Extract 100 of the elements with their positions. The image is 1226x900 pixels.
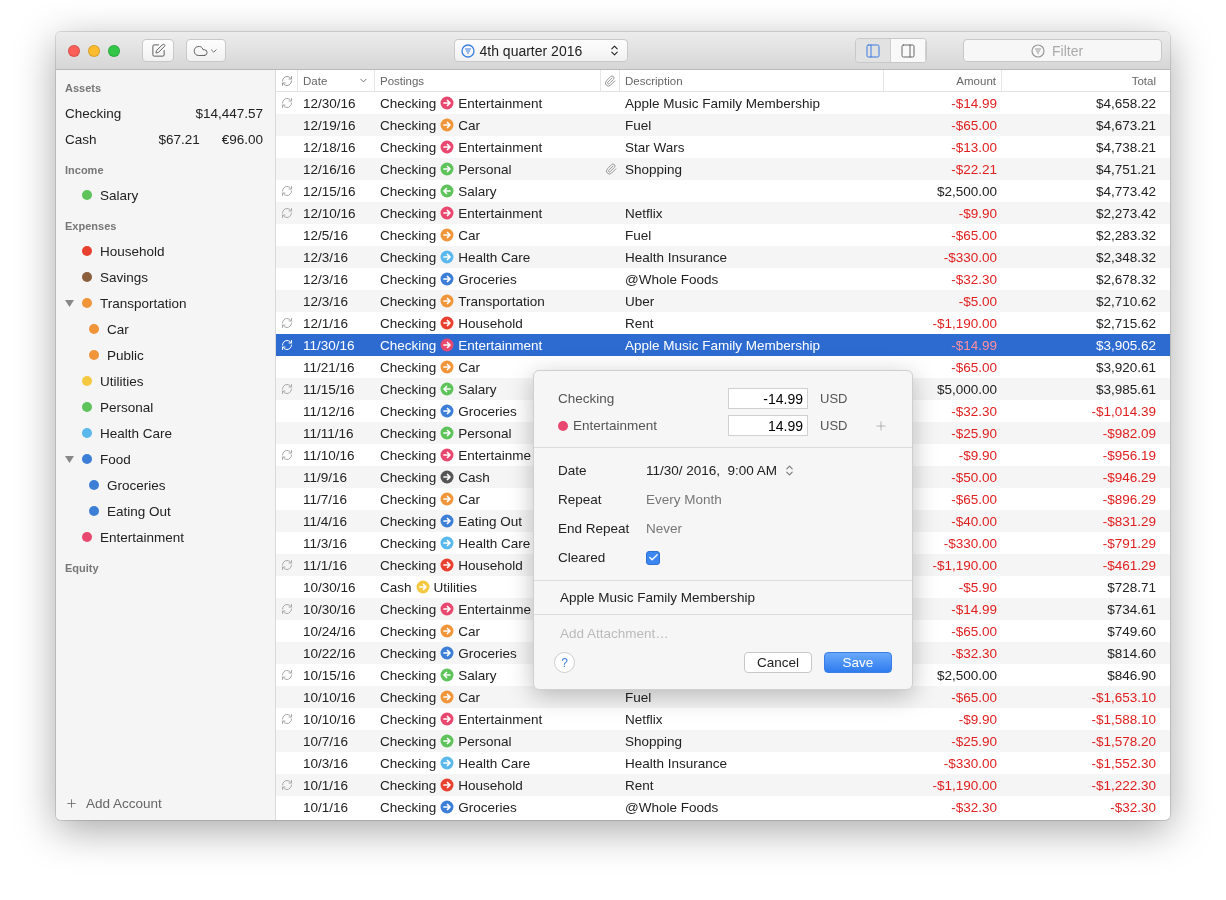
date-cell-text: 10/1/16 bbox=[302, 776, 350, 795]
total-cell-text: -$982.09 bbox=[1101, 424, 1157, 443]
date-cell-text: 12/1/16 bbox=[302, 314, 350, 333]
account-label: Checking bbox=[380, 513, 437, 529]
description-cell: Rent bbox=[625, 777, 654, 793]
total-cell-text: -$1,578.20 bbox=[1090, 732, 1157, 751]
total-cell-text: -$791.29 bbox=[1101, 534, 1157, 553]
category-label: Health Care bbox=[458, 755, 531, 771]
account-label: Checking bbox=[380, 205, 437, 221]
amount-cell-text: -$65.00 bbox=[950, 116, 998, 135]
total-cell-text: $749.60 bbox=[1106, 622, 1157, 641]
category-label: Entertainment bbox=[458, 139, 543, 155]
category-label: Entertainment bbox=[458, 337, 543, 353]
total-cell-text: $2,715.62 bbox=[1094, 314, 1157, 333]
total-cell-text: -$946.29 bbox=[1101, 468, 1157, 487]
description-cell: Fuel bbox=[625, 227, 652, 243]
date-cell-text: 11/11/16 bbox=[302, 424, 355, 443]
date-cell-text: 10/30/16 bbox=[302, 578, 357, 597]
description-cell: Fuel bbox=[625, 117, 652, 133]
amount-cell-text: -$32.30 bbox=[950, 798, 998, 817]
date-cell-text: 10/7/16 bbox=[302, 732, 350, 751]
account-label: Checking bbox=[380, 535, 437, 551]
date-cell-text: 11/10/16 bbox=[302, 446, 356, 465]
total-cell-text: -$1,653.10 bbox=[1090, 688, 1157, 707]
account-label: Cash bbox=[380, 579, 412, 595]
total-cell-text: $3,985.61 bbox=[1094, 380, 1157, 399]
amount-cell-text: -$32.30 bbox=[950, 270, 998, 289]
amount-cell-text: -$14.99 bbox=[950, 336, 998, 355]
account-label: Checking bbox=[380, 777, 437, 793]
date-cell-text: 12/19/16 bbox=[302, 116, 357, 135]
date-cell-text: 10/15/16 bbox=[302, 666, 357, 685]
category-label: Entertainment bbox=[458, 711, 543, 727]
amount-cell-text: -$330.00 bbox=[942, 754, 998, 773]
date-cell-text: 11/3/16 bbox=[302, 534, 349, 553]
account-label: Checking bbox=[380, 117, 437, 133]
section-heading: Assets bbox=[64, 81, 103, 96]
date-cell-text: 10/1/16 bbox=[302, 798, 350, 817]
account-label: Checking bbox=[380, 271, 437, 287]
amount-cell-text: -$50.00 bbox=[950, 468, 998, 487]
total-cell-text: $814.60 bbox=[1106, 644, 1157, 663]
account-label: Checking bbox=[380, 601, 437, 617]
total-cell-text: $2,273.42 bbox=[1094, 204, 1157, 223]
date-cell-text: 12/10/16 bbox=[302, 204, 357, 223]
currency-label: USD bbox=[820, 391, 849, 406]
amount-cell-text: -$65.00 bbox=[950, 358, 998, 377]
amount-cell-text: -$32.30 bbox=[950, 644, 998, 663]
split-account: Entertainment bbox=[558, 418, 698, 433]
account-label: Checking bbox=[380, 315, 437, 331]
description-cell: Fuel bbox=[625, 689, 652, 705]
total-cell-text: $3,905.62 bbox=[1094, 336, 1157, 355]
category-label: Household bbox=[458, 315, 523, 331]
category-label: Entertainme bbox=[458, 447, 532, 463]
amount-cell-text: -$65.00 bbox=[950, 622, 998, 641]
account-label: Checking bbox=[380, 183, 437, 199]
total-cell-text: $4,773.42 bbox=[1094, 182, 1157, 201]
description-cell: Star Wars bbox=[625, 139, 685, 155]
total-cell-text: $2,283.32 bbox=[1094, 226, 1157, 245]
date-cell-text: 10/24/16 bbox=[302, 622, 357, 641]
account-label: Checking bbox=[380, 623, 437, 639]
currency-label: USD bbox=[820, 418, 849, 433]
total-cell-text: $4,751.21 bbox=[1094, 160, 1157, 179]
account-label: Checking bbox=[380, 645, 437, 661]
category-label: Entertainment bbox=[458, 95, 543, 111]
category-label: Salary bbox=[458, 381, 497, 397]
category-label: Groceries bbox=[458, 799, 517, 815]
account-label: Checking bbox=[380, 799, 437, 815]
total-cell-text: -$1,222.30 bbox=[1090, 776, 1157, 795]
account-label: Checking bbox=[380, 337, 437, 353]
category-label: Eating Out bbox=[458, 513, 523, 529]
date-cell-text: 11/4/16 bbox=[302, 512, 349, 531]
date-cell-text: 11/30/16 bbox=[302, 336, 356, 355]
description-cell: Apple Music Family Membership bbox=[625, 337, 821, 353]
total-cell-text: -$831.29 bbox=[1101, 512, 1157, 531]
description-cell: Rent bbox=[625, 315, 654, 331]
date-cell-text: 10/10/16 bbox=[302, 710, 357, 729]
total-cell-text: $728.71 bbox=[1106, 578, 1157, 597]
category-label: Groceries bbox=[458, 645, 517, 661]
account-label: Checking bbox=[380, 293, 437, 309]
description-cell: Health Insurance bbox=[625, 249, 728, 265]
amount-cell-text: -$40.00 bbox=[950, 512, 998, 531]
date-cell-text: 12/3/16 bbox=[302, 292, 350, 311]
account-label: Checking bbox=[380, 689, 437, 705]
section-heading: Income bbox=[64, 163, 105, 178]
date-cell-text: 11/1/16 bbox=[302, 556, 349, 575]
date-cell-text: 10/10/16 bbox=[302, 688, 357, 707]
category-label: Car bbox=[458, 623, 481, 639]
description-cell: Uber bbox=[625, 293, 655, 309]
amount-cell-text: -$5.00 bbox=[957, 292, 998, 311]
total-cell-text: $4,673.21 bbox=[1094, 116, 1157, 135]
amount-cell-text: -$1,190.00 bbox=[931, 314, 998, 333]
account-label: Checking bbox=[380, 403, 437, 419]
category-label: Household bbox=[458, 777, 523, 793]
date-cell-text: 12/3/16 bbox=[302, 270, 350, 289]
amount-cell-text: -$65.00 bbox=[950, 688, 998, 707]
category-label: Car bbox=[458, 491, 481, 507]
date-cell-text: 11/21/16 bbox=[302, 358, 356, 377]
total-cell-text: $2,710.62 bbox=[1094, 292, 1157, 311]
amount-cell-text: -$1,190.00 bbox=[931, 556, 998, 575]
field-label: Cleared bbox=[558, 550, 607, 565]
description-cell: Netflix bbox=[625, 205, 663, 221]
